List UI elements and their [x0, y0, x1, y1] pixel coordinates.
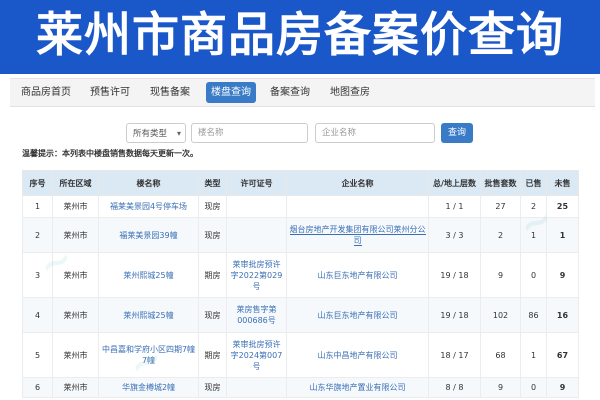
- col-header-building: 楼名称: [98, 170, 199, 196]
- type-select[interactable]: 所有类型 ▾: [126, 123, 186, 143]
- cell-company[interactable]: [286, 195, 429, 218]
- main-nav: 商品房首页 预售许可 现售备案 楼盘查询 备案查询 地图查房: [10, 78, 595, 107]
- col-header-company: 企业名称: [286, 170, 429, 196]
- notice-body: 本列表中楼盘销售数据每天更新一次。: [62, 149, 198, 158]
- cell-approved-units: 2: [480, 217, 521, 253]
- cell-region: 莱州市: [52, 252, 99, 298]
- col-header-region: 所在区域: [52, 170, 99, 196]
- cell-building-link[interactable]: 华旗金樽城2幢: [98, 377, 199, 398]
- cell-type: 现房: [198, 377, 227, 398]
- table-row: 6 莱州市 华旗金樽城2幢 现房 山东华旗地产置业有限公司 8 / 8 9 0 …: [22, 377, 579, 398]
- nav-item-current-sale-filing[interactable]: 现售备案: [144, 82, 196, 103]
- cell-region: 莱州市: [52, 217, 99, 253]
- nav-item-building-query[interactable]: 楼盘查询: [206, 82, 256, 103]
- notice-prefix: 温馨提示：: [22, 149, 62, 158]
- col-header-approved-units: 批售套数: [480, 170, 521, 196]
- building-table: 序号 所在区域 楼名称 类型 许可证号 企业名称 总/地上层数 批售套数 已售 …: [22, 170, 579, 398]
- cell-index: 4: [22, 297, 53, 333]
- cell-region: 莱州市: [52, 195, 99, 218]
- cell-permit[interactable]: 莱房售字第000686号: [226, 297, 287, 333]
- cell-permit[interactable]: 莱审批房预许字2022第029号: [226, 252, 287, 298]
- search-button[interactable]: 查询: [441, 123, 473, 143]
- col-header-type: 类型: [198, 170, 227, 196]
- cell-permit[interactable]: [226, 217, 287, 253]
- cell-permit[interactable]: [226, 377, 287, 398]
- table-row: 3 莱州市 莱州熙城25幢 期房 莱审批房预许字2022第029号 山东巨东地产…: [22, 252, 579, 298]
- table-row: 5 莱州市 中昌嘉和学府小区四期7幢7幢 期房 莱审批房预许字2024第007号…: [22, 332, 579, 378]
- cell-company[interactable]: 烟台房地产开发集团有限公司莱州分公司: [286, 217, 429, 253]
- cell-unsold: 1: [546, 217, 579, 253]
- cell-index: 1: [22, 195, 53, 218]
- col-header-index: 序号: [22, 170, 53, 196]
- header-banner: 莱州市商品房备案价查询: [0, 0, 600, 74]
- table-row: 2 莱州市 福莱美景园39幢 现房 烟台房地产开发集团有限公司莱州分公司 3 /…: [22, 217, 579, 253]
- table-row: 1 莱州市 福莱美景园4号停车场 现房 1 / 1 27 2 25: [22, 195, 579, 218]
- table-header-row: 序号 所在区域 楼名称 类型 许可证号 企业名称 总/地上层数 批售套数 已售 …: [22, 170, 579, 196]
- cell-building-link[interactable]: 莱州熙城25幢: [98, 297, 199, 333]
- cell-unsold: 25: [546, 195, 579, 218]
- cell-approved-units: 68: [480, 332, 521, 378]
- cell-floors: 19 / 18: [428, 297, 481, 333]
- cell-building-link[interactable]: 福莱美景园4号停车场: [98, 195, 199, 218]
- building-name-input[interactable]: 楼名称: [191, 123, 308, 143]
- cell-floors: 19 / 18: [428, 252, 481, 298]
- cell-approved-units: 9: [480, 252, 521, 298]
- cell-sold: 0: [520, 377, 547, 398]
- banner-title: 莱州市商品房备案价查询: [36, 8, 564, 63]
- cell-floors: 1 / 1: [428, 195, 481, 218]
- cell-sold: 0: [520, 252, 547, 298]
- cell-index: 5: [22, 332, 53, 378]
- cell-unsold: 9: [546, 377, 579, 398]
- col-header-sold: 已售: [520, 170, 547, 196]
- cell-building-link[interactable]: 福莱美景园39幢: [98, 217, 199, 253]
- cell-type: 现房: [198, 217, 227, 253]
- filter-bar: 所有类型 ▾ 楼名称 企业名称 查询: [0, 123, 600, 145]
- cell-building-link[interactable]: 莱州熙城25幢: [98, 252, 199, 298]
- table-row: 4 莱州市 莱州熙城25幢 现房 莱房售字第000686号 山东巨东地产有限公司…: [22, 297, 579, 333]
- nav-item-filing-query[interactable]: 备案查询: [264, 82, 316, 103]
- cell-company[interactable]: 山东巨东地产有限公司: [286, 297, 429, 333]
- cell-type: 期房: [198, 332, 227, 378]
- cell-region: 莱州市: [52, 297, 99, 333]
- cell-sold: 2: [520, 195, 547, 218]
- nav-item-presale-permit[interactable]: 预售许可: [84, 82, 136, 103]
- cell-floors: 3 / 3: [428, 217, 481, 253]
- type-select-value: 所有类型: [133, 129, 168, 139]
- cell-approved-units: 9: [480, 377, 521, 398]
- cell-index: 3: [22, 252, 53, 298]
- cell-permit[interactable]: [226, 195, 287, 218]
- cell-company[interactable]: 山东华旗地产置业有限公司: [286, 377, 429, 398]
- cell-type: 现房: [198, 195, 227, 218]
- nav-item-map-search[interactable]: 地图查房: [324, 82, 376, 103]
- cell-region: 莱州市: [52, 377, 99, 398]
- cell-type: 现房: [198, 297, 227, 333]
- cell-sold: 1: [520, 332, 547, 378]
- cell-index: 6: [22, 377, 53, 398]
- cell-company[interactable]: 山东巨东地产有限公司: [286, 252, 429, 298]
- cell-type: 期房: [198, 252, 227, 298]
- cell-approved-units: 102: [480, 297, 521, 333]
- cell-sold: 1: [520, 217, 547, 253]
- nav-item-home[interactable]: 商品房首页: [16, 82, 76, 103]
- cell-building-link[interactable]: 中昌嘉和学府小区四期7幢7幢: [98, 332, 199, 378]
- chevron-down-icon: ▾: [176, 129, 181, 138]
- cell-unsold: 16: [546, 297, 579, 333]
- cell-unsold: 67: [546, 332, 579, 378]
- company-link[interactable]: 烟台房地产开发集团有限公司莱州分公司: [289, 225, 426, 246]
- cell-company[interactable]: 山东中昌地产有限公司: [286, 332, 429, 378]
- cell-index: 2: [22, 217, 53, 253]
- cell-floors: 8 / 8: [428, 377, 481, 398]
- col-header-floors: 总/地上层数: [428, 170, 481, 196]
- col-header-unsold: 未售: [546, 170, 579, 196]
- cell-region: 莱州市: [52, 332, 99, 378]
- notice-text: 温馨提示：本列表中楼盘销售数据每天更新一次。: [22, 148, 198, 159]
- cell-sold: 86: [520, 297, 547, 333]
- cell-permit[interactable]: 莱审批房预许字2024第007号: [226, 332, 287, 378]
- cell-unsold: 9: [546, 252, 579, 298]
- company-name-input[interactable]: 企业名称: [315, 123, 435, 143]
- cell-approved-units: 27: [480, 195, 521, 218]
- col-header-permit: 许可证号: [226, 170, 287, 196]
- cell-floors: 18 / 17: [428, 332, 481, 378]
